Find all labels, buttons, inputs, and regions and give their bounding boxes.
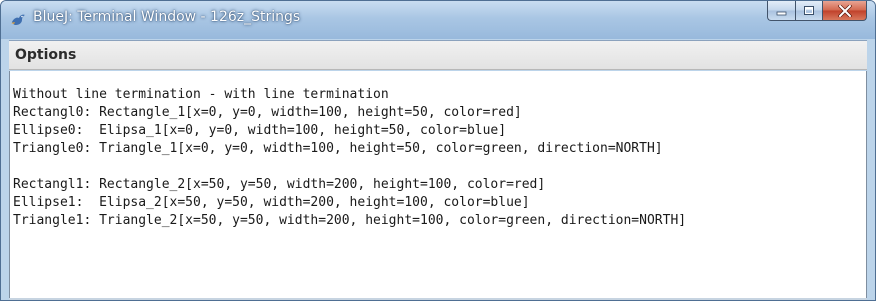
terminal-line: Without line termination - with line ter… bbox=[13, 87, 389, 102]
close-button[interactable] bbox=[822, 1, 867, 21]
terminal-line: Rectangl0: Rectangle_1[x=0, y=0, width=1… bbox=[13, 105, 522, 120]
window-title: BlueJ: Terminal Window - 126z_Strings bbox=[33, 9, 301, 25]
minimize-icon bbox=[776, 11, 786, 15]
title-bar[interactable]: BlueJ: Terminal Window - 126z_Strings bbox=[1, 1, 875, 39]
terminal-window: BlueJ: Terminal Window - 126z_Strings Op… bbox=[0, 0, 876, 301]
maximize-button[interactable] bbox=[795, 1, 822, 21]
minimize-button[interactable] bbox=[767, 1, 795, 21]
close-icon bbox=[837, 4, 852, 17]
window-controls bbox=[767, 1, 867, 21]
options-menu[interactable]: Options bbox=[15, 47, 76, 63]
terminal-line: Ellipse1: Elipsa_2[x=50, y=50, width=200… bbox=[13, 195, 530, 210]
terminal-output[interactable]: Without line termination - with line ter… bbox=[9, 71, 867, 300]
terminal-line: Triangle1: Triangle_2[x=50, y=50, width=… bbox=[13, 213, 687, 228]
terminal-line: Triangle0: Triangle_1[x=0, y=0, width=10… bbox=[13, 141, 663, 156]
terminal-line: Rectangl1: Rectangle_2[x=50, y=50, width… bbox=[13, 177, 546, 192]
window-bottom-edge bbox=[9, 298, 867, 300]
menu-bar: Options bbox=[9, 40, 867, 70]
terminal-line: Ellipse0: Elipsa_1[x=0, y=0, width=100, … bbox=[13, 123, 507, 138]
maximize-icon bbox=[804, 6, 814, 15]
bluej-bird-icon[interactable] bbox=[10, 12, 26, 28]
